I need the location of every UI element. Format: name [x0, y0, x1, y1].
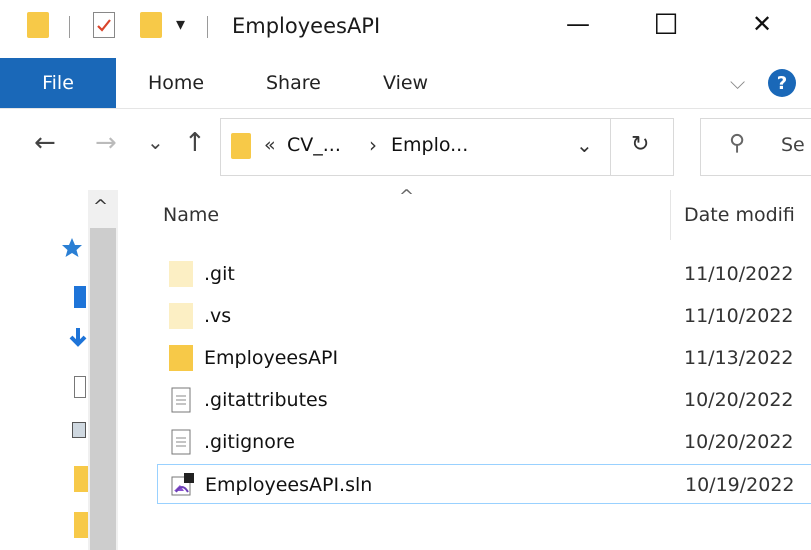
- breadcrumb-item[interactable]: Emplo...: [391, 134, 468, 156]
- recent-locations-icon[interactable]: ⌄: [147, 130, 164, 154]
- file-row[interactable]: .vs 11/10/2022: [157, 296, 811, 336]
- back-button[interactable]: ←: [34, 128, 56, 158]
- file-row[interactable]: .gitattributes 10/20/2022: [157, 380, 811, 420]
- close-button[interactable]: ✕: [742, 10, 782, 38]
- folder-icon: [169, 345, 193, 371]
- file-name: .vs: [204, 305, 232, 327]
- file-name: EmployeesAPI: [204, 347, 339, 369]
- documents-icon[interactable]: [74, 376, 86, 398]
- file-row[interactable]: EmployeesAPI 11/13/2022: [157, 338, 811, 378]
- window-title: EmployeesAPI: [232, 14, 381, 38]
- divider: [69, 16, 70, 38]
- tab-home[interactable]: Home: [148, 58, 204, 108]
- properties-icon[interactable]: [93, 12, 115, 38]
- document-icon: [169, 429, 193, 455]
- folder-icon: [27, 12, 49, 38]
- nav-scrollbar-thumb[interactable]: [90, 228, 116, 550]
- file-row[interactable]: .git 11/10/2022: [157, 254, 811, 294]
- file-row-selected[interactable]: EmployeesAPI.sln 10/19/2022: [157, 464, 811, 504]
- breadcrumb-item[interactable]: CV_...: [287, 134, 341, 156]
- search-placeholder: Se: [781, 134, 805, 156]
- column-header-date-modified[interactable]: Date modifi: [684, 204, 795, 226]
- file-date: 11/13/2022: [684, 347, 794, 369]
- refresh-button[interactable]: ↻: [610, 118, 674, 176]
- quick-access-dropdown-icon[interactable]: ▾: [176, 14, 185, 35]
- address-bar[interactable]: « CV_... › Emplo... ⌄: [220, 118, 612, 176]
- sort-ascending-icon: ^: [399, 186, 415, 207]
- file-date: 10/20/2022: [684, 431, 794, 453]
- folder-icon[interactable]: [74, 512, 88, 538]
- file-date: 11/10/2022: [684, 263, 794, 285]
- folder-icon[interactable]: [74, 466, 88, 492]
- file-date: 11/10/2022: [684, 305, 794, 327]
- quick-access-star-icon[interactable]: [60, 236, 84, 264]
- minimize-button[interactable]: —: [558, 10, 598, 38]
- scroll-up-icon[interactable]: ^: [93, 196, 108, 217]
- collapse-ribbon-icon[interactable]: ⌵: [730, 70, 745, 94]
- breadcrumb-separator-icon[interactable]: ›: [369, 133, 377, 157]
- divider: [207, 16, 208, 38]
- navigation-pane: [0, 190, 150, 550]
- tab-view[interactable]: View: [383, 58, 428, 108]
- address-dropdown-icon[interactable]: ⌄: [576, 133, 593, 157]
- title-bar: ▾ EmployeesAPI — ☐ ✕: [0, 0, 811, 58]
- file-name: .gitattributes: [204, 389, 328, 411]
- desktop-icon[interactable]: [74, 286, 86, 308]
- help-button[interactable]: ?: [768, 69, 796, 97]
- folder-icon: [231, 133, 251, 159]
- search-icon: ⚲: [729, 131, 746, 156]
- downloads-icon[interactable]: [68, 326, 88, 354]
- forward-button[interactable]: →: [95, 128, 117, 158]
- file-name: .gitignore: [204, 431, 295, 453]
- breadcrumb-overflow[interactable]: «: [264, 134, 276, 156]
- visual-studio-solution-icon: [170, 472, 194, 498]
- column-header-name[interactable]: Name: [163, 204, 219, 226]
- document-icon: [169, 387, 193, 413]
- file-date: 10/20/2022: [684, 389, 794, 411]
- folder-hidden-icon: [169, 303, 193, 329]
- tab-file[interactable]: File: [0, 58, 116, 108]
- tab-share[interactable]: Share: [266, 58, 321, 108]
- file-name: .git: [204, 263, 235, 285]
- folder-hidden-icon: [169, 261, 193, 287]
- search-box[interactable]: ⚲ Se: [700, 118, 811, 176]
- file-row[interactable]: .gitignore 10/20/2022: [157, 422, 811, 462]
- pictures-icon[interactable]: [72, 422, 86, 438]
- file-name: EmployeesAPI.sln: [205, 474, 373, 496]
- new-folder-icon[interactable]: [140, 12, 162, 38]
- up-button[interactable]: ↑: [184, 128, 206, 158]
- maximize-button[interactable]: ☐: [646, 8, 686, 41]
- refresh-icon: ↻: [631, 132, 650, 157]
- file-date: 10/19/2022: [685, 474, 795, 496]
- column-divider[interactable]: [670, 190, 671, 240]
- ribbon: File Home Share View ⌵ ?: [0, 58, 811, 109]
